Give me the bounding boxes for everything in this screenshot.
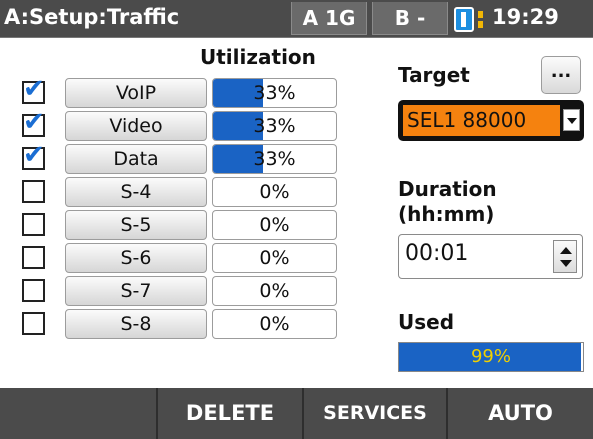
delete-button[interactable]: DELETE: [158, 388, 304, 439]
utilization-value: 33%: [253, 82, 296, 104]
service-button[interactable]: S-4: [65, 177, 207, 207]
service-row: S-8 0%: [0, 309, 340, 339]
service-checkbox[interactable]: ✔: [22, 109, 45, 137]
duration-label: Duration (hh:mm): [398, 177, 497, 227]
utilization-header: Utilization: [200, 45, 316, 69]
port-a-status[interactable]: A 1G: [291, 2, 367, 35]
service-button[interactable]: Data: [65, 144, 207, 174]
service-button[interactable]: S-6: [65, 243, 207, 273]
target-select[interactable]: SEL1 88000: [398, 100, 584, 141]
utilization-field[interactable]: 33%: [212, 111, 337, 141]
battery-icon: [454, 7, 483, 32]
title-bar: A:Setup:Traffic A 1G B - 19:29: [0, 0, 593, 38]
service-row: S-7 0%: [0, 276, 340, 306]
checkmark-icon: ✔: [23, 107, 45, 137]
duration-value: 00:01: [405, 241, 469, 266]
utilization-field[interactable]: 33%: [212, 78, 337, 108]
target-label: Target: [398, 63, 470, 87]
service-button[interactable]: S-7: [65, 276, 207, 306]
auto-button[interactable]: AUTO: [448, 388, 593, 439]
utilization-field[interactable]: 33%: [212, 144, 337, 174]
utilization-value: 0%: [259, 247, 290, 269]
utilization-field[interactable]: 0%: [212, 243, 337, 273]
clock: 19:29: [492, 5, 559, 29]
utilization-field[interactable]: 0%: [212, 177, 337, 207]
service-button[interactable]: VoIP: [65, 78, 207, 108]
utilization-value: 0%: [259, 181, 290, 203]
service-row: ✔ Data 33%: [0, 142, 340, 174]
used-progress-text: 99%: [470, 346, 511, 367]
utilization-value: 33%: [253, 148, 296, 170]
service-checkbox[interactable]: [22, 312, 45, 335]
service-row: ✔ Video 33%: [0, 109, 340, 141]
service-row: ✔ VoIP 33%: [0, 76, 340, 108]
utilization-field[interactable]: 0%: [212, 276, 337, 306]
service-checkbox[interactable]: [22, 279, 45, 302]
target-select-value: SEL1 88000: [403, 105, 560, 136]
arrow-up-icon[interactable]: [560, 247, 572, 254]
service-checkbox[interactable]: ✔: [22, 76, 45, 104]
softkey-bar: DELETE SERVICES AUTO: [0, 388, 593, 439]
utilization-field[interactable]: 0%: [212, 210, 337, 240]
utilization-value: 0%: [259, 214, 290, 236]
service-checkbox[interactable]: [22, 246, 45, 269]
checkmark-icon: ✔: [23, 140, 45, 170]
service-row: S-5 0%: [0, 210, 340, 240]
duration-label-line1: Duration: [398, 177, 497, 201]
used-label: Used: [398, 310, 455, 334]
utilization-value: 0%: [259, 280, 290, 302]
service-row: S-6 0%: [0, 243, 340, 273]
utilization-value: 33%: [253, 115, 296, 137]
duration-field[interactable]: 00:01: [398, 234, 583, 279]
screen-title: A:Setup:Traffic: [4, 5, 180, 29]
utilization-value: 0%: [259, 313, 290, 335]
used-progress-bar: 99%: [398, 342, 584, 372]
service-button[interactable]: S-8: [65, 309, 207, 339]
arrow-down-icon[interactable]: [560, 260, 572, 267]
utilization-field[interactable]: 0%: [212, 309, 337, 339]
duration-spinner[interactable]: [553, 240, 577, 273]
target-more-button[interactable]: ...: [541, 56, 581, 94]
services-button[interactable]: SERVICES: [304, 388, 448, 439]
service-button[interactable]: Video: [65, 111, 207, 141]
port-b-status[interactable]: B -: [372, 2, 448, 35]
chevron-down-icon[interactable]: [563, 109, 580, 131]
service-checkbox[interactable]: [22, 213, 45, 236]
checkmark-icon: ✔: [23, 74, 45, 104]
service-checkbox[interactable]: ✔: [22, 142, 45, 170]
service-row: S-4 0%: [0, 177, 340, 207]
softkey-1[interactable]: [0, 388, 158, 439]
service-button[interactable]: S-5: [65, 210, 207, 240]
duration-label-line2: (hh:mm): [398, 202, 495, 226]
service-checkbox[interactable]: [22, 180, 45, 203]
